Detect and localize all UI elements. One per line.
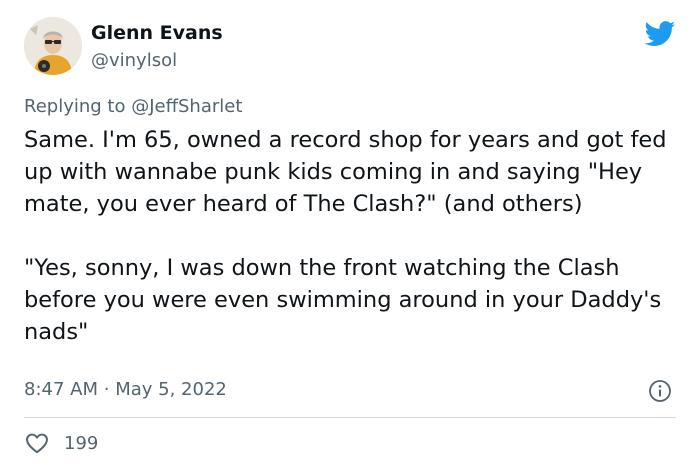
replying-to: Replying to @JeffSharlet	[24, 96, 242, 117]
like-button[interactable]: 199	[24, 430, 98, 456]
tweet-text: Same. I'm 65, owned a record shop for ye…	[24, 124, 684, 348]
replying-to-label: Replying to	[24, 96, 126, 117]
reply-mention-link[interactable]: @JeffSharlet	[131, 96, 242, 117]
heart-icon	[26, 433, 48, 454]
author-name[interactable]: Glenn Evans	[91, 22, 223, 44]
like-count: 199	[64, 432, 99, 454]
info-icon[interactable]	[648, 379, 672, 403]
tweet-timestamp: 8:47 AM · May 5, 2022	[24, 379, 227, 400]
avatar[interactable]	[24, 17, 82, 75]
tweet-paragraph: "Yes, sonny, I was down the front watchi…	[24, 255, 662, 345]
tweet-card: Glenn Evans @vinylsol Replying to @JeffS…	[0, 0, 700, 471]
divider	[24, 417, 676, 418]
tweet-date[interactable]: May 5, 2022	[115, 379, 227, 400]
tweet-paragraph: Same. I'm 65, owned a record shop for ye…	[24, 127, 667, 217]
avatar-image	[24, 17, 82, 75]
author-handle[interactable]: @vinylsol	[91, 50, 177, 71]
twitter-bird-icon[interactable]	[644, 21, 676, 47]
meta-separator: ·	[103, 379, 110, 400]
tweet-time[interactable]: 8:47 AM	[24, 379, 98, 400]
